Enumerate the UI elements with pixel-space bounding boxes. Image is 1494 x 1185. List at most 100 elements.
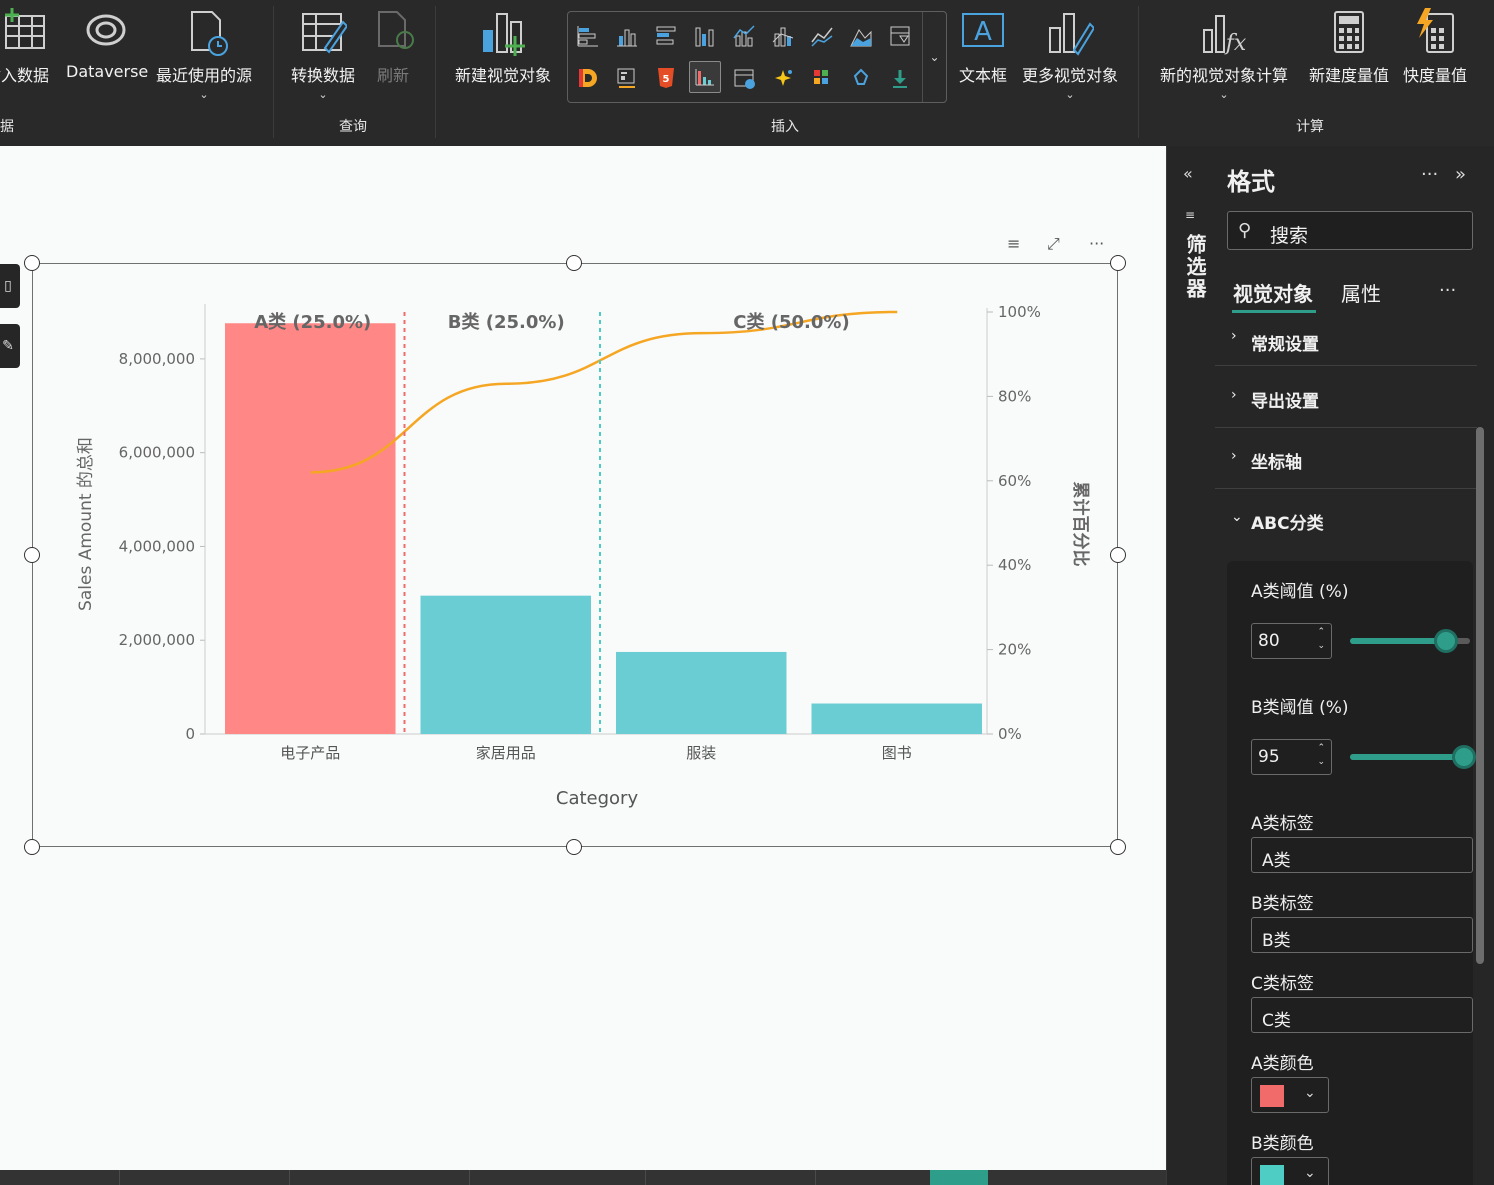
transform-data-button[interactable]: 转换数据 ⌄ xyxy=(280,0,366,110)
b-color-picker[interactable]: ⌄ xyxy=(1251,1157,1329,1185)
y2-tick-label: 20% xyxy=(998,641,1031,659)
a-threshold-slider[interactable] xyxy=(1350,638,1446,644)
spin-arrows-icon[interactable]: ⌃ ⌄ xyxy=(1317,741,1325,769)
resize-handle[interactable] xyxy=(1110,255,1126,271)
b-threshold-slider[interactable] xyxy=(1350,754,1464,760)
chevron-right-icon: › xyxy=(1231,448,1237,464)
collapse-pane-icon[interactable]: » xyxy=(1455,164,1466,185)
table-add-icon xyxy=(5,8,45,49)
expand-filters-icon[interactable]: « xyxy=(1183,164,1193,183)
a-color-picker[interactable]: ⌄ xyxy=(1251,1077,1329,1113)
filter-pane-collapsed[interactable]: « ≡ 筛选器 xyxy=(1166,146,1215,1185)
y2-tick-label: 100% xyxy=(998,303,1041,321)
b-threshold-label: B类阈值 (%) xyxy=(1251,698,1349,718)
b-label-title: B类标签 xyxy=(1251,894,1314,914)
card-visual-icon[interactable] xyxy=(611,62,643,94)
dataverse-button[interactable]: Dataverse xyxy=(66,0,148,110)
refresh-button[interactable]: 刷新 xyxy=(368,0,418,110)
page-tab[interactable] xyxy=(290,1170,470,1185)
a-label-value: A类 xyxy=(1262,851,1291,871)
b-threshold-input[interactable]: 95 ⌃ ⌄ xyxy=(1251,739,1332,775)
visual-type-icon[interactable]: ▯ xyxy=(0,264,20,308)
calculator-icon xyxy=(1334,11,1364,53)
c-label-input[interactable]: C类 xyxy=(1251,997,1473,1033)
section-label: ABC分类 xyxy=(1251,514,1324,534)
report-canvas[interactable]: ▯ ✎ ≡ ⤢ ··· 0 2,000,000 4,000,000 6,000,000… xyxy=(0,146,1166,1170)
bar xyxy=(811,703,982,734)
section-general-settings[interactable]: › 常规设置 xyxy=(1215,306,1477,366)
more-visuals-label: 更多视觉对象 xyxy=(1021,66,1118,85)
resize-handle[interactable] xyxy=(1110,839,1126,855)
resize-handle[interactable] xyxy=(566,839,582,855)
a-threshold-slider-thumb[interactable] xyxy=(1434,629,1458,653)
waterfall-icon[interactable] xyxy=(884,20,916,52)
download-icon[interactable] xyxy=(884,62,916,94)
dataverse-icon xyxy=(86,14,126,46)
y2-tick-label: 60% xyxy=(998,472,1031,490)
page-tab[interactable] xyxy=(120,1170,290,1185)
focus-mode-icon[interactable]: ⤢ xyxy=(1047,234,1060,254)
html5-icon[interactable]: 5 xyxy=(650,62,682,94)
textbox-button[interactable]: A 文本框 xyxy=(952,0,1014,110)
filter-icon[interactable]: ≡ xyxy=(1007,234,1020,253)
sparkle-icon[interactable] xyxy=(767,62,799,94)
new-visual-button[interactable]: 新建视觉对象 xyxy=(446,0,560,110)
quick-measure-icon xyxy=(1417,8,1454,53)
section-export-settings[interactable]: › 导出设置 xyxy=(1215,367,1477,428)
ribbon-chart-icon[interactable] xyxy=(767,20,799,52)
resize-handle[interactable] xyxy=(566,255,582,271)
y-tick-label: 4,000,000 xyxy=(119,537,195,555)
more-visuals-button[interactable]: 更多视觉对象 ⌄ xyxy=(1014,0,1126,110)
b-label-input[interactable]: B类 xyxy=(1251,917,1473,953)
enter-data-button[interactable]: 输入数据 xyxy=(0,0,64,110)
new-visual-calculation-button[interactable]: fx 新的视觉对象计算 ⌄ xyxy=(1150,0,1298,110)
page-tab[interactable] xyxy=(646,1170,816,1185)
section-label: 常规设置 xyxy=(1251,335,1319,355)
pareto-visual-icon[interactable] xyxy=(689,61,721,93)
resize-handle[interactable] xyxy=(1110,547,1126,563)
spin-arrows-icon[interactable]: ⌃ ⌄ xyxy=(1317,625,1325,653)
section-label: 坐标轴 xyxy=(1251,453,1302,473)
group-label-insert: 插入 xyxy=(771,119,799,135)
a-threshold-input[interactable]: 80 ⌃ ⌄ xyxy=(1251,623,1332,659)
tab-general[interactable]: 属性 xyxy=(1341,278,1381,307)
resize-handle[interactable] xyxy=(24,547,40,563)
section-axis[interactable]: › 坐标轴 xyxy=(1215,428,1477,489)
calendar-visual-icon[interactable] xyxy=(728,62,760,94)
more-options-icon[interactable]: ··· xyxy=(1439,280,1456,301)
shape-map-icon[interactable] xyxy=(845,62,877,94)
bar xyxy=(420,595,591,734)
page-tab[interactable] xyxy=(470,1170,646,1185)
resize-handle[interactable] xyxy=(24,255,40,271)
chevron-down-icon: ⌄ xyxy=(318,88,328,101)
d-logo-icon[interactable] xyxy=(572,62,604,94)
stacked-column-icon[interactable] xyxy=(611,20,643,52)
line-column-icon[interactable] xyxy=(728,20,760,52)
recent-sources-button[interactable]: 最近使用的源 ⌄ xyxy=(148,0,260,110)
format-pane-scrollbar[interactable] xyxy=(1476,427,1484,964)
a-label-input[interactable]: A类 xyxy=(1251,837,1473,873)
filter-pane-label: 筛选器 xyxy=(1183,234,1207,300)
line-chart-icon[interactable] xyxy=(806,20,838,52)
new-measure-button[interactable]: 新建度量值 xyxy=(1300,0,1398,110)
resize-handle[interactable] xyxy=(24,839,40,855)
stacked-bar-icon[interactable] xyxy=(572,20,604,52)
pareto-visual[interactable]: 0 2,000,000 4,000,000 6,000,000 8,000,000 0% 2… xyxy=(32,263,1118,847)
section-abc[interactable]: ⌄ ABC分类 xyxy=(1215,489,1477,550)
more-options-icon[interactable]: ··· xyxy=(1089,234,1104,253)
quick-measure-button[interactable]: 快度量值 xyxy=(1396,0,1474,110)
build-visual-icon[interactable]: ✎ xyxy=(0,324,20,368)
format-search-input[interactable]: ⚲ 搜索 xyxy=(1227,211,1473,250)
tab-visual[interactable]: 视觉对象 xyxy=(1233,278,1313,307)
clustered-column-icon[interactable] xyxy=(689,20,721,52)
recent-sources-icon xyxy=(191,11,228,56)
gallery-expand-button[interactable]: ⌄ xyxy=(922,12,946,102)
page-tab-active[interactable] xyxy=(930,1170,988,1185)
grid-visual-icon[interactable] xyxy=(806,62,838,94)
more-options-icon[interactable]: ··· xyxy=(1421,164,1438,185)
abc-settings-card: A类阈值 (%) 80 ⌃ ⌄ B类阈值 (%) 95 ⌃ ⌄ A类标签 A类 B类… xyxy=(1227,561,1476,1185)
area-chart-icon[interactable] xyxy=(845,20,877,52)
page-tab[interactable] xyxy=(0,1170,120,1185)
clustered-bar-icon[interactable] xyxy=(650,20,682,52)
b-threshold-slider-thumb[interactable] xyxy=(1452,745,1476,769)
